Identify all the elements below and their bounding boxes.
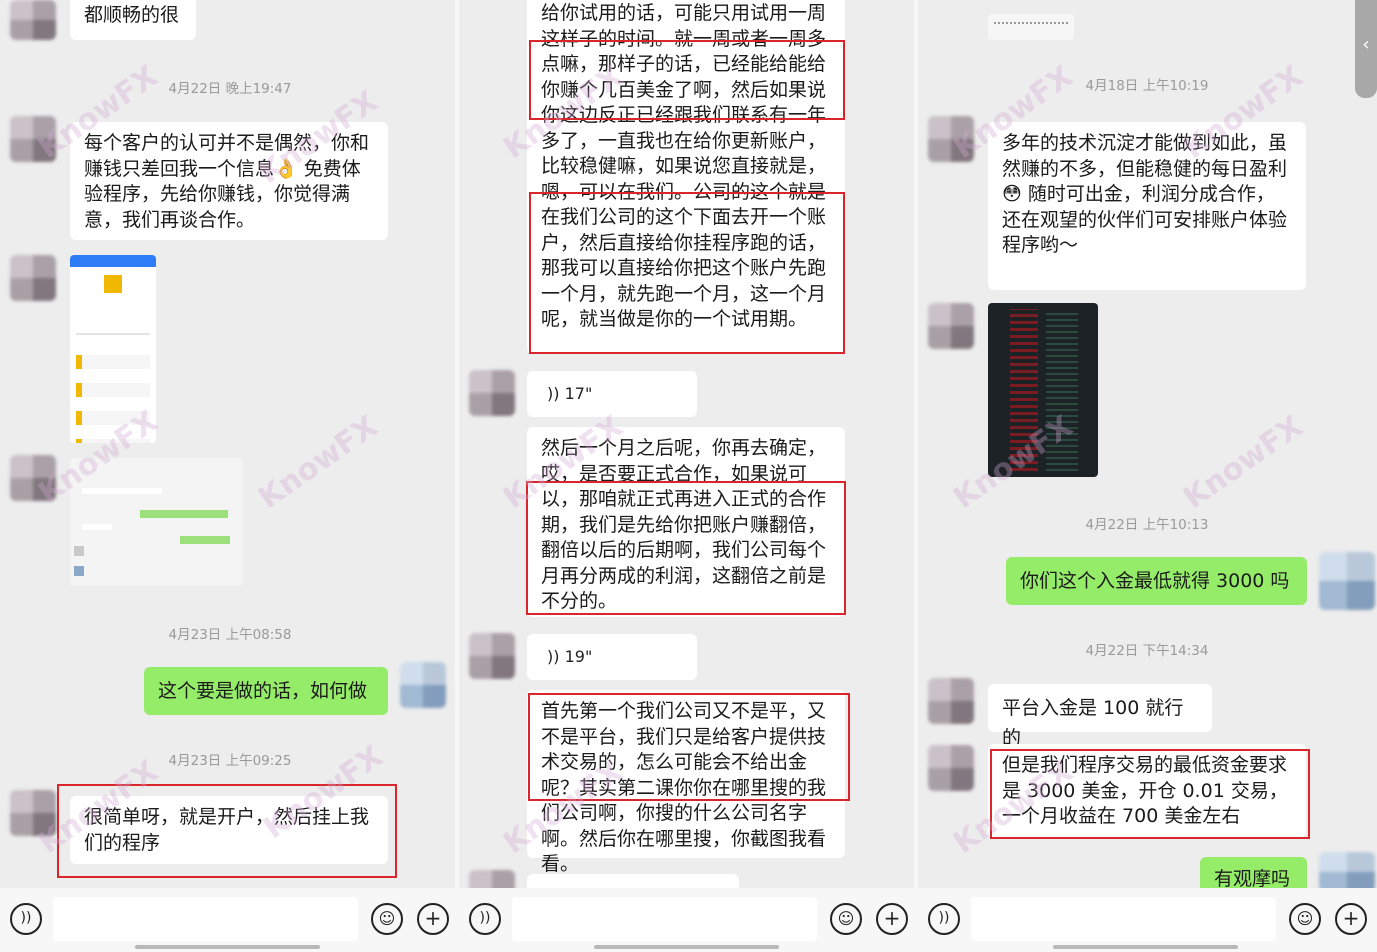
emoji-icon[interactable]: ☺ — [1289, 903, 1321, 935]
emoji-icon[interactable]: ☺ — [830, 903, 862, 935]
timestamp: 4月23日 上午08:58 — [168, 627, 292, 643]
back-chevron-icon[interactable]: ‹ — [1355, 0, 1377, 98]
avatar[interactable] — [10, 0, 56, 40]
image-message-toolbar[interactable] — [988, 14, 1074, 40]
avatar[interactable] — [928, 303, 974, 349]
message-bubble: 首先第一个我们公司又不是平，又不是平台，我们只是给客户提供技术交易的，怎么可能会… — [527, 690, 845, 875]
timestamp: 4月22日 上午10:13 — [1085, 517, 1209, 533]
message-bubble: 都顺畅的很 — [70, 0, 196, 40]
avatar[interactable] — [400, 662, 446, 708]
message-bubble: 给你试用的话，可能只用试用一周这样子的时间。就一周或者一周多点嘛，那样子的话，已… — [527, 0, 845, 354]
avatar[interactable] — [1319, 852, 1375, 892]
message-bubble: 多年的技术沉淀才能做到如此，虽然赚的不多，但能稳健的每日盈利😳 随时可出金，利润… — [988, 122, 1306, 290]
voice-message[interactable]: )) 17" — [527, 371, 697, 417]
home-indicator — [594, 945, 779, 949]
message-input[interactable] — [971, 897, 1276, 941]
emoji-icon[interactable]: ☺ — [371, 903, 403, 935]
home-indicator — [1053, 945, 1238, 949]
message-input[interactable] — [512, 897, 817, 941]
voice-icon[interactable]: )) — [928, 903, 960, 935]
message-bubble-self: 这个要是做的话，如何做 — [144, 667, 388, 715]
input-bar: )) ☺ + — [918, 888, 1377, 952]
voice-icon[interactable]: )) — [10, 903, 42, 935]
avatar[interactable] — [469, 370, 515, 416]
avatar[interactable] — [469, 633, 515, 679]
message-bubble-self: 你们这个入金最低就得 3000 吗 — [1006, 557, 1307, 605]
message-bubble: 平台入金是 100 就行的 — [988, 684, 1212, 749]
voice-icon[interactable]: )) — [469, 903, 501, 935]
message-input[interactable] — [53, 897, 358, 941]
avatar[interactable] — [10, 255, 56, 301]
avatar[interactable] — [1319, 552, 1375, 610]
voice-message[interactable]: )) 19" — [527, 634, 697, 680]
plus-icon[interactable]: + — [1335, 903, 1367, 935]
plus-icon[interactable]: + — [876, 903, 908, 935]
avatar[interactable] — [928, 678, 974, 724]
input-bar: )) ☺ + — [0, 888, 455, 952]
timestamp: 4月22日 下午14:34 — [1085, 643, 1209, 659]
input-bar: )) ☺ + — [459, 888, 914, 952]
avatar[interactable] — [928, 745, 974, 791]
voice-icon: )) — [547, 384, 560, 403]
home-indicator — [135, 945, 320, 949]
voice-icon: )) — [547, 647, 560, 666]
plus-icon[interactable]: + — [417, 903, 449, 935]
voice-duration: 19" — [564, 647, 593, 666]
voice-duration: 17" — [564, 384, 593, 403]
